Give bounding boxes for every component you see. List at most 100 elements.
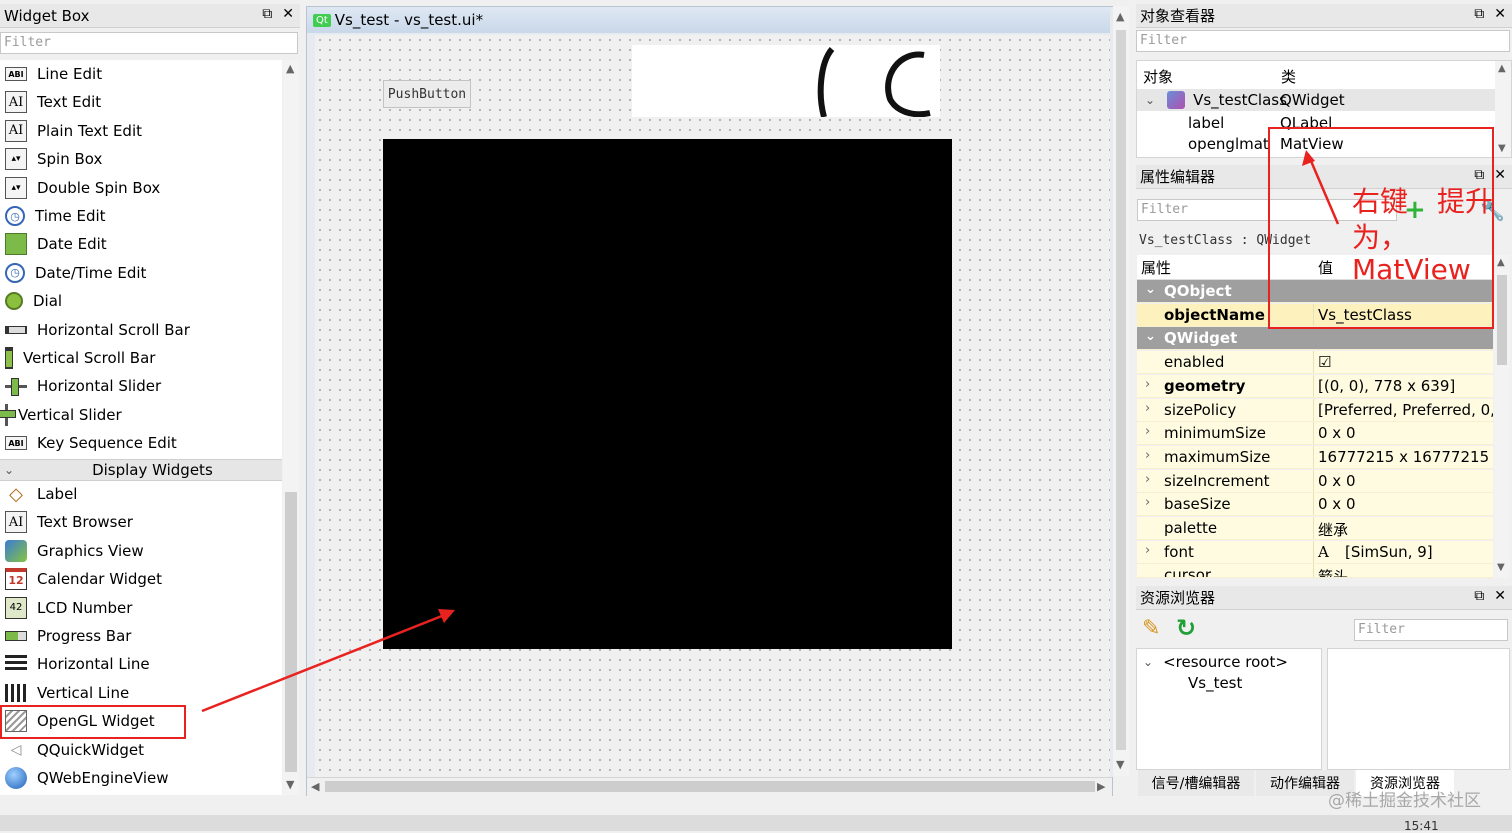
property-value[interactable]: 箭头 xyxy=(1318,566,1348,577)
property-row-sizeincrement[interactable]: › sizeIncrement 0 x 0 xyxy=(1137,469,1493,493)
form-horizontal-scrollbar[interactable]: ◀ ▶ xyxy=(307,777,1112,796)
property-row-cursor[interactable]: cursor 箭头 xyxy=(1137,564,1493,579)
scroll-down-icon[interactable]: ▼ xyxy=(1116,758,1124,771)
push-button[interactable]: PushButton xyxy=(383,80,471,108)
property-row-palette[interactable]: palette 继承 xyxy=(1137,517,1493,540)
property-row-geometry[interactable]: › geometry [(0, 0), 778 x 639] xyxy=(1137,374,1493,398)
tab-signal-slot-editor[interactable]: 信号/槽编辑器 xyxy=(1138,770,1254,796)
widget-item-vertical-scroll-bar[interactable]: Vertical Scroll Bar xyxy=(0,344,282,372)
widget-item-label[interactable]: ◇ Label xyxy=(0,480,282,508)
widget-item-calendar-widget[interactable]: 12 Calendar Widget xyxy=(0,565,282,593)
horizontal-scrollbar-thumb[interactable] xyxy=(325,781,1095,792)
widget-item-date-edit[interactable]: Date Edit xyxy=(0,230,282,258)
tree-row-root[interactable]: ⌄ Vs_testClass QWidget xyxy=(1137,89,1495,111)
widget-item-horizontal-line[interactable]: Horizontal Line xyxy=(0,650,282,678)
widget-item-qwebengineview[interactable]: QWebEngineView xyxy=(0,764,282,792)
scrollbar-thumb[interactable] xyxy=(1116,30,1126,750)
edit-resources-pencil-icon[interactable]: ✎ xyxy=(1142,616,1160,641)
property-row-maximumsize[interactable]: › maximumSize 16777215 x 16777215 xyxy=(1137,445,1493,469)
widget-item-lcd-number[interactable]: 42 LCD Number xyxy=(0,594,282,622)
resource-child-row[interactable]: Vs_test xyxy=(1188,672,1242,694)
scroll-down-icon[interactable]: ▼ xyxy=(1497,562,1505,573)
property-value[interactable]: 16777215 x 16777215 xyxy=(1318,448,1489,466)
widget-item-progress-bar[interactable]: Progress Bar xyxy=(0,622,282,650)
column-divider xyxy=(1313,540,1314,563)
scroll-down-icon[interactable]: ▼ xyxy=(286,778,294,791)
vertical-scroll-bar-icon xyxy=(5,347,13,369)
scroll-up-icon[interactable]: ▲ xyxy=(1498,63,1506,74)
column-property-header: 属性 xyxy=(1141,259,1172,277)
chevron-right-icon: › xyxy=(1145,424,1151,440)
widget-item-label: Date Edit xyxy=(37,235,107,254)
widget-item-spin-box[interactable]: ▴▾ Spin Box xyxy=(0,145,282,173)
float-icon[interactable]: ⧉ xyxy=(262,6,272,22)
resource-root-row[interactable]: ⌄ <resource root> xyxy=(1143,651,1288,673)
widget-item-plain-text-edit[interactable]: AI Plain Text Edit xyxy=(0,117,282,145)
property-value[interactable]: ☑ xyxy=(1318,353,1331,371)
widget-item-qquickwidget[interactable]: ◁ QQuickWidget xyxy=(0,736,282,764)
float-icon[interactable]: ⧉ xyxy=(1474,6,1484,22)
scroll-up-icon[interactable]: ▲ xyxy=(1116,10,1124,23)
property-value[interactable]: 0 x 0 xyxy=(1318,495,1356,513)
widget-item-label: QWebEngineView xyxy=(37,769,169,787)
object-inspector-filter-input[interactable]: Filter xyxy=(1136,30,1510,52)
property-row-basesize[interactable]: › baseSize 0 x 0 xyxy=(1137,493,1493,517)
widget-item-vertical-slider[interactable]: Vertical Slider xyxy=(0,401,282,429)
property-value[interactable]: [Preferred, Preferred, 0,... xyxy=(1318,401,1493,419)
column-divider xyxy=(1313,493,1314,516)
tree-row-label[interactable]: label QLabel xyxy=(1188,112,1332,134)
resource-filter-input[interactable]: Filter xyxy=(1354,619,1508,641)
float-icon[interactable]: ⧉ xyxy=(1474,588,1484,604)
property-value[interactable]: 继承 xyxy=(1318,519,1348,539)
scrollbar-thumb[interactable] xyxy=(1497,275,1507,365)
form-canvas[interactable]: PushButton xyxy=(315,35,1110,777)
widget-box-title-bar: Widget Box ⧉ ✕ xyxy=(0,4,300,28)
scroll-up-icon[interactable]: ▲ xyxy=(1497,257,1505,268)
widget-item-label: LCD Number xyxy=(37,598,133,617)
widget-item-graphics-view[interactable]: Graphics View xyxy=(0,537,282,565)
object-tree-scrollbar[interactable]: ▲ ▼ xyxy=(1495,61,1511,157)
close-icon[interactable]: ✕ xyxy=(1494,588,1506,604)
widget-item-key-sequence-edit[interactable]: ABI Key Sequence Edit xyxy=(0,429,282,457)
column-divider xyxy=(1313,564,1314,578)
widget-item-dial[interactable]: Dial xyxy=(0,287,282,315)
widget-box-filter-input[interactable]: Filter xyxy=(0,32,298,54)
widget-item-line-edit[interactable]: ABI Line Edit xyxy=(0,60,282,88)
scroll-up-icon[interactable]: ▲ xyxy=(286,62,294,75)
widget-box-scrollbar[interactable]: ▲ ▼ xyxy=(283,60,299,795)
reload-icon[interactable]: ↻ xyxy=(1176,614,1196,642)
tree-row-openglmat[interactable]: openglmat MatView xyxy=(1188,133,1344,155)
property-value[interactable]: [SimSun, 9] xyxy=(1345,543,1433,561)
opengl-widget-canvas[interactable] xyxy=(383,139,952,649)
close-icon[interactable]: ✕ xyxy=(282,6,294,22)
property-value[interactable]: 0 x 0 xyxy=(1318,424,1356,442)
scroll-left-icon[interactable]: ◀ xyxy=(311,780,319,793)
close-icon[interactable]: ✕ xyxy=(1494,6,1506,22)
widget-item-date-time-edit[interactable]: ◷ Date/Time Edit xyxy=(0,259,282,287)
object-name: openglmat xyxy=(1188,135,1269,153)
center-vertical-scrollbar[interactable]: ▲ ▼ xyxy=(1113,6,1129,776)
widget-item-double-spin-box[interactable]: ▴▾ Double Spin Box xyxy=(0,174,282,202)
widget-item-time-edit[interactable]: ◷ Time Edit xyxy=(0,202,282,230)
scrollbar-thumb[interactable] xyxy=(285,492,297,772)
section-label: QObject xyxy=(1164,282,1232,300)
property-row-font[interactable]: › font A [SimSun, 9] xyxy=(1137,540,1493,564)
property-row-enabled[interactable]: enabled ☑ xyxy=(1137,351,1493,375)
widget-item-label: Double Spin Box xyxy=(37,178,161,197)
widget-item-text-edit[interactable]: AI Text Edit xyxy=(0,88,282,116)
property-section-qwidget[interactable]: ⌄ QWidget xyxy=(1137,327,1493,351)
scroll-down-icon[interactable]: ▼ xyxy=(1498,143,1506,154)
property-row-minimumsize[interactable]: › minimumSize 0 x 0 xyxy=(1137,422,1493,446)
close-icon[interactable]: ✕ xyxy=(1494,167,1506,183)
property-row-sizepolicy[interactable]: › sizePolicy [Preferred, Preferred, 0,... xyxy=(1137,398,1493,422)
category-display-widgets[interactable]: ⌄ Display Widgets xyxy=(0,459,282,481)
property-value[interactable]: 0 x 0 xyxy=(1318,472,1356,490)
scroll-right-icon[interactable]: ▶ xyxy=(1097,780,1105,793)
text-edit-icon: AI xyxy=(5,91,27,114)
property-value[interactable]: [(0, 0), 778 x 639] xyxy=(1318,377,1455,395)
widget-item-horizontal-scroll-bar[interactable]: Horizontal Scroll Bar xyxy=(0,316,282,344)
widget-item-text-browser[interactable]: AI Text Browser xyxy=(0,508,282,536)
widget-item-vertical-line[interactable]: Vertical Line xyxy=(0,679,282,707)
property-table-scrollbar[interactable]: ▲ ▼ xyxy=(1494,255,1510,578)
widget-item-horizontal-slider[interactable]: Horizontal Slider xyxy=(0,372,282,400)
